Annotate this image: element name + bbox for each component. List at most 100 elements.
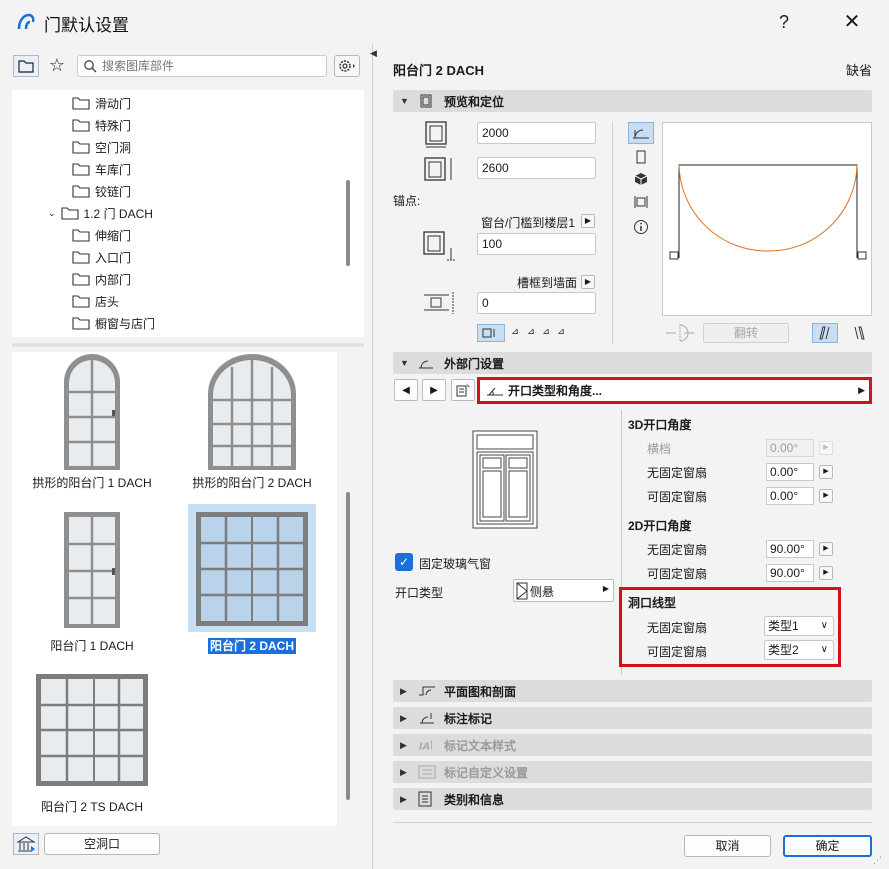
section-category-info-header[interactable]: ▶ 类别和信息 [393,788,872,810]
fixed-sash-2d-input[interactable]: 90.00° [766,564,814,582]
unfixed-sash-3d-input[interactable]: 0.00° [766,463,814,481]
chevron-right-icon: ▶ [602,584,609,593]
thumbnail-item[interactable]: 拱形的阳台门 2 DACH [172,352,332,512]
opening-line-title: 洞口线型 [628,596,677,610]
flip-button[interactable]: 翻转 [703,323,789,343]
cube-icon [634,173,648,185]
open-type-select[interactable]: 侧悬 ▶ [513,579,614,602]
fixed-sash-line-label: 可固定窗扇 [647,645,708,659]
section-title: 平面图和剖面 [444,684,517,699]
cancel-button[interactable]: 取消 [684,835,771,857]
section-view-button[interactable] [628,191,654,213]
info-button[interactable] [628,216,654,238]
next-page-button[interactable]: ▶ [422,379,446,401]
fixed-sash-3d-label: 可固定窗扇 [647,490,708,504]
section-door-settings-header[interactable]: ▼ 外部门设置 [393,352,872,374]
unfixed-sash-2d-input[interactable]: 90.00° [766,540,814,558]
help-button[interactable]: ? [770,8,798,36]
bottom-separator [393,822,872,823]
reveal-input[interactable]: 0 [477,292,596,314]
transom-angle-label: 横档 [647,442,672,456]
star-icon: ☆ [48,55,66,75]
tree-item[interactable]: 伸缩门 [72,224,131,246]
thumbnail-item[interactable]: 阳台门 2 TS DACH [12,670,172,830]
width-input[interactable]: 2000 [477,122,596,144]
search-input[interactable] [100,58,320,74]
section-title: 标注标记 [444,711,493,726]
chevron-right-icon: ▶ [858,385,865,395]
page-edit-button[interactable] [451,379,475,401]
tree-item-label: 滑动门 [95,96,132,111]
fixed-sash-3d-arrow[interactable]: ▶ [819,489,833,503]
fixed-sash-3d-input[interactable]: 0.00° [766,487,814,505]
chevron-down-icon[interactable]: ⌄ [48,208,56,219]
height-input[interactable]: 2600 [477,157,596,179]
close-button[interactable]: ✕ [836,8,868,36]
anchor-sill-button[interactable]: ⊿ [539,326,553,340]
previous-page-button[interactable]: ◀ [394,379,418,401]
section-dimension-marker-header[interactable]: ▶ 标注标记 [393,707,872,729]
tree-item-expanded[interactable]: ⌄ 1.2 门 DACH [48,202,153,224]
favorites-button[interactable]: ☆ [45,55,69,77]
right-hand-button[interactable] [846,323,872,343]
text-style-icon: IA [418,738,436,752]
fixed-glass-checkbox[interactable]: ✓ [395,553,413,571]
sill-height-input[interactable]: 100 [477,233,596,255]
anchor-header-button[interactable]: ⊿ [554,326,568,340]
section-marker-text-style-header[interactable]: ▶ IA 标记文本样式 [393,734,872,756]
anchor-middle-button[interactable]: ⊿ [524,326,538,340]
section-preview-header[interactable]: ▼ 预览和定位 [393,90,872,112]
section-title: 标记自定义设置 [444,765,529,780]
left-hand-button[interactable] [812,323,838,343]
panel-splitter[interactable] [372,44,373,869]
unfixed-sash-2d-arrow[interactable]: ▶ [819,542,833,556]
tree-item[interactable]: 特殊门 [72,114,131,136]
dimension-marker-icon [418,711,436,725]
panel-divider[interactable] [12,343,364,347]
section-marker-custom-header[interactable]: ▶ 标记自定义设置 [393,761,872,783]
tree-scrollbar[interactable] [346,180,350,266]
reveal-reference-button[interactable]: ▶ [581,275,595,289]
tree-item[interactable]: 铰链门 [72,180,131,202]
tree-item[interactable]: 店头 [72,290,119,312]
sill-reference-button[interactable]: ▶ [581,214,595,228]
tree-item[interactable]: 橱窗与店门 [72,312,155,334]
parameter-page-select[interactable]: 开口类型和角度... ▶ [477,377,872,404]
anchor-top-button[interactable]: ⊿ [508,326,522,340]
search-field[interactable] [77,55,327,77]
double-door-thumbnail [196,512,308,626]
elevation-view-button[interactable] [628,146,654,168]
fixed-sash-2d-arrow[interactable]: ▶ [819,566,833,580]
collapse-arrow-icon[interactable]: ◀ [370,48,377,59]
thumbnail-label-selected: 阳台门 2 DACH [207,638,296,654]
section-plan-section-header[interactable]: ▶ 平面图和剖面 [393,680,872,702]
3d-view-button[interactable] [628,168,654,190]
resize-grip-icon[interactable]: ⋰ [873,855,882,866]
tree-item-label: 铰链门 [95,184,132,199]
unfixed-sash-line-select[interactable]: 类型1 ∨ [764,616,834,636]
ok-button[interactable]: 确定 [783,835,872,857]
tree-item[interactable]: 入口门 [72,246,131,268]
tree-item[interactable]: 滑动门 [72,92,131,114]
fixed-sash-line-select[interactable]: 类型2 ∨ [764,640,834,660]
folder-icon [72,185,90,198]
plan-view-button[interactable] [628,122,654,144]
settings-button[interactable] [334,55,360,77]
thumbnail-item-selected[interactable]: 阳台门 2 DACH [172,504,332,664]
unfixed-sash-3d-arrow[interactable]: ▶ [819,465,833,479]
thumbnail-item[interactable]: 拱形的阳台门 1 DACH [12,352,172,512]
tree-item[interactable]: 内部门 [72,268,131,290]
gear-icon [339,60,355,72]
library-button[interactable] [13,833,39,855]
chevron-down-icon: ∨ [820,620,828,631]
tree-item[interactable]: 空门洞 [72,136,131,158]
tree-item[interactable]: 车库门 [72,158,131,180]
transom-angle-arrow[interactable]: ▶ [819,441,833,455]
thumbnail-item[interactable]: 阳台门 1 DACH [12,510,172,670]
section-title: 类别和信息 [444,792,505,807]
svg-text:IA: IA [419,742,430,753]
empty-opening-button[interactable]: 空洞口 [44,833,160,855]
folder-view-button[interactable] [13,55,39,77]
transom-angle-input[interactable]: 0.00° [766,439,814,457]
thumbnail-scrollbar[interactable] [346,492,350,800]
